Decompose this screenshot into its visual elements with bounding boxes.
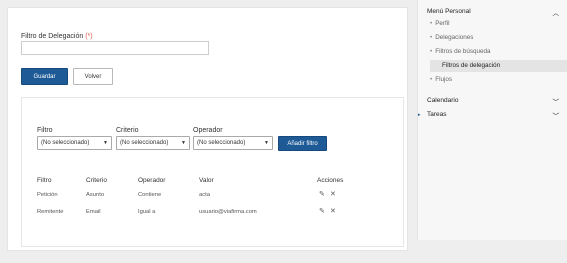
operator-select[interactable]: (No seleccionado) ▼ bbox=[193, 136, 273, 150]
chevron-down-icon: ▼ bbox=[264, 140, 269, 146]
filter-label: Filtro bbox=[37, 127, 53, 134]
back-button[interactable]: Volver bbox=[73, 68, 113, 85]
bullet-icon: • bbox=[430, 76, 433, 83]
cell-operator: Contiene bbox=[138, 192, 162, 198]
close-icon[interactable]: ✕ bbox=[330, 207, 336, 215]
chevron-down-icon[interactable]: ﹀ bbox=[553, 96, 560, 106]
sidebar-item-label: Filtros de delegación bbox=[442, 62, 501, 69]
sidebar: Menú Personal ︿ • Perfil • Delegaciones • F… bbox=[417, 0, 567, 240]
criterion-select-value: (No seleccionado) bbox=[120, 140, 169, 146]
col-header-value: Valor bbox=[199, 177, 214, 184]
sidebar-calendar[interactable]: Calendario bbox=[427, 97, 458, 104]
close-icon[interactable]: ✕ bbox=[330, 190, 336, 198]
filter-panel: Filtro Criterio Operador (No seleccionad… bbox=[21, 97, 404, 247]
active-marker-icon: ▸ bbox=[418, 112, 421, 118]
add-filter-button[interactable]: Añadir filtro bbox=[278, 136, 327, 151]
delegation-filter-label: Filtro de Delegación (*) bbox=[21, 33, 93, 40]
sidebar-menu-title[interactable]: Menú Personal bbox=[427, 8, 471, 15]
required-marker: (*) bbox=[85, 33, 93, 40]
filter-select-value: (No seleccionado) bbox=[41, 140, 90, 146]
delegation-filter-input[interactable] bbox=[21, 41, 209, 55]
pencil-icon[interactable]: ✎ bbox=[319, 190, 325, 198]
chevron-down-icon[interactable]: ﹀ bbox=[553, 110, 560, 120]
cell-filter: Remitente bbox=[37, 209, 64, 215]
sidebar-item-label: Delegaciones bbox=[435, 34, 474, 41]
cell-value: usuario@viafirma.com bbox=[199, 209, 257, 215]
save-button[interactable]: Guardar bbox=[21, 68, 68, 85]
pencil-icon[interactable]: ✎ bbox=[319, 207, 325, 215]
cell-filter: Petición bbox=[37, 192, 58, 198]
col-header-filter: Filtro bbox=[37, 177, 52, 184]
sidebar-tasks[interactable]: Tareas bbox=[427, 111, 447, 118]
sidebar-item-label: Perfil bbox=[435, 20, 450, 27]
col-header-criterion: Criterio bbox=[86, 177, 107, 184]
chevron-down-icon: ▼ bbox=[103, 140, 108, 146]
sidebar-item-label: Flujos bbox=[435, 76, 453, 83]
cell-criterion: Email bbox=[86, 209, 101, 215]
delegation-filter-label-text: Filtro de Delegación bbox=[21, 33, 84, 40]
sidebar-item-flows[interactable]: • Flujos bbox=[430, 76, 452, 83]
chevron-down-icon: ▼ bbox=[181, 140, 186, 146]
sidebar-item-delegations[interactable]: • Delegaciones bbox=[430, 34, 473, 41]
bullet-icon: • bbox=[430, 48, 433, 55]
criterion-label: Criterio bbox=[116, 127, 139, 134]
bullet-icon: • bbox=[430, 20, 433, 27]
col-header-actions: Acciones bbox=[317, 177, 344, 184]
criterion-select[interactable]: (No seleccionado) ▼ bbox=[116, 136, 190, 150]
operator-label: Operador bbox=[193, 127, 223, 134]
cell-criterion: Asunto bbox=[86, 192, 105, 198]
main-card: Filtro de Delegación (*) Guardar Volver … bbox=[7, 7, 408, 251]
sidebar-item-search-filters[interactable]: • Filtros de búsqueda bbox=[430, 48, 491, 55]
operator-select-value: (No seleccionado) bbox=[197, 140, 246, 146]
chevron-up-icon[interactable]: ︿ bbox=[553, 7, 560, 17]
filter-select[interactable]: (No seleccionado) ▼ bbox=[37, 136, 112, 150]
sidebar-item-profile[interactable]: • Perfil bbox=[430, 20, 450, 27]
cell-value: acta bbox=[199, 192, 210, 198]
bullet-icon: • bbox=[430, 34, 433, 41]
cell-operator: Igual a bbox=[138, 209, 156, 215]
col-header-operator: Operador bbox=[138, 177, 166, 184]
sidebar-item-label: Filtros de búsqueda bbox=[435, 48, 491, 55]
